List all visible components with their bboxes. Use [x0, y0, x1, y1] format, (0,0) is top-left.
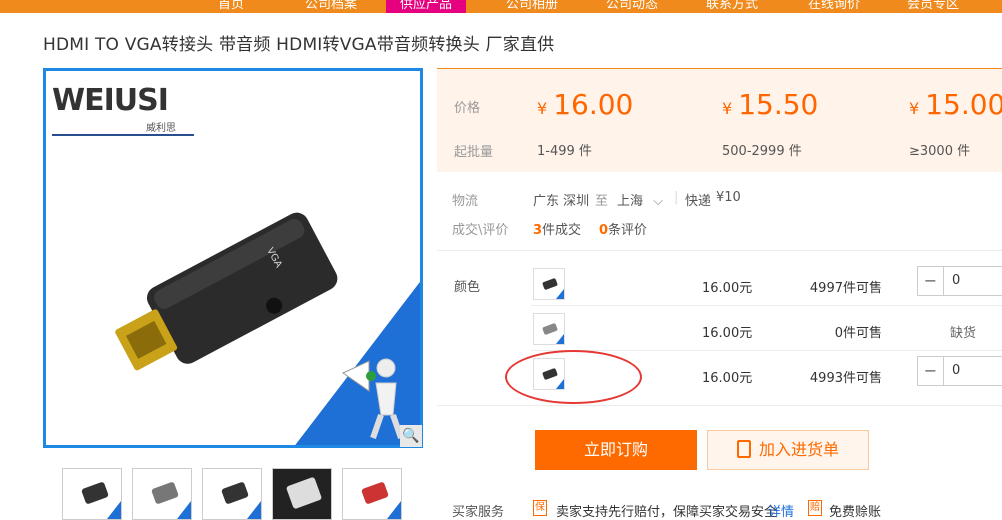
ship-to-select[interactable]: 上海 ⌵ — [617, 190, 663, 209]
min-order-label: 起批量 — [454, 145, 494, 160]
price-tier-1: ¥16.00 — [537, 88, 633, 121]
currency-symbol: ¥ — [537, 99, 548, 118]
ship-to-word: 至 — [595, 194, 609, 209]
nav-products[interactable]: 供应产品 — [386, 0, 467, 13]
shipping-method: 快递 — [685, 194, 712, 209]
currency-symbol: ¥ — [909, 99, 920, 118]
thumbnail-3[interactable] — [202, 468, 262, 520]
compensate-icon: 赔 — [808, 500, 822, 516]
product-title: HDMI TO VGA转接头 带音频 HDMI转VGA带音频转换头 厂家直供 — [43, 35, 555, 55]
divider-line — [437, 405, 1002, 406]
services-label: 买家服务 — [452, 505, 505, 520]
buy-now-button[interactable]: 立即订购 — [535, 430, 697, 470]
variant-price: 16.00元 — [702, 281, 753, 296]
review-count[interactable]: 0条评价 — [599, 219, 647, 238]
logistics-row: 物流 广东 深圳 至 上海 ⌵ | 快递 ¥10 — [452, 190, 741, 209]
price-tier-1-value: 16.00 — [553, 88, 634, 121]
logistics-label: 物流 — [452, 194, 479, 209]
qty-tier-3: ≥3000 件 — [909, 144, 971, 159]
nav-company-profile[interactable]: 公司档案 — [305, 0, 357, 12]
price-tier-2: ¥15.50 — [722, 88, 818, 121]
thumbnail-2[interactable] — [132, 468, 192, 520]
nav-album[interactable]: 公司相册 — [506, 0, 558, 12]
qty-tier-1: 1-499 件 — [537, 144, 592, 159]
thumbnail-5[interactable] — [342, 468, 402, 520]
sold-count-value: 3 — [533, 223, 543, 238]
variant-swatch-2[interactable] — [533, 313, 565, 345]
minus-button[interactable]: − — [918, 357, 944, 385]
price-label: 价格 — [454, 101, 481, 116]
guarantee-icon: 保 — [533, 500, 547, 516]
guarantee-text: 卖家支持先行赔付，保障买家交易安全 — [556, 505, 778, 520]
chevron-down-icon: ⌵ — [653, 194, 664, 209]
ship-to-city: 上海 — [617, 194, 644, 209]
price-tier-3: ¥15.00 — [909, 88, 1002, 121]
quantity-stepper: − 0 — [917, 356, 1002, 386]
variant-stock: 0件可售 — [834, 326, 882, 341]
clipboard-icon — [736, 440, 751, 458]
variant-stock: 4997件可售 — [809, 281, 882, 296]
quantity-input[interactable]: 0 — [952, 363, 960, 378]
sold-text: 件成交 — [542, 223, 582, 238]
quantity-input[interactable]: 0 — [952, 273, 960, 288]
add-to-cart-button[interactable]: 加入进货单 — [707, 430, 869, 470]
nav-members[interactable]: 会员专区 — [907, 0, 959, 12]
sold-count[interactable]: 3件成交 — [533, 219, 581, 238]
price-tier-2-value: 15.50 — [738, 88, 819, 121]
shipping-fee: ¥10 — [716, 190, 741, 205]
deals-label: 成交\评价 — [452, 223, 509, 238]
zoom-icon[interactable]: 🔍 — [400, 425, 422, 447]
nav-products-label: 供应产品 — [400, 0, 453, 12]
nav-home[interactable]: 首页 — [218, 0, 244, 12]
compensate-text: 免费赊账 — [829, 505, 882, 520]
red-highlight-circle — [505, 350, 642, 404]
variant-price: 16.00元 — [702, 371, 753, 386]
deals-row: 成交\评价 3件成交 0条评价 — [452, 219, 647, 238]
divider: | — [674, 190, 679, 205]
review-text: 条评价 — [608, 223, 648, 238]
out-of-stock-label: 缺货 — [950, 326, 977, 341]
divider-line — [437, 250, 1002, 251]
thumbnail-4[interactable] — [272, 468, 332, 520]
price-panel: 价格 起批量 ¥16.00 ¥15.50 ¥15.00 1-499 件 500-… — [437, 68, 1002, 172]
variant-price: 16.00元 — [702, 326, 753, 341]
ship-from: 广东 深圳 — [533, 194, 590, 209]
quantity-stepper: − 0 — [917, 266, 1002, 296]
nav-news[interactable]: 公司动态 — [606, 0, 658, 12]
currency-symbol: ¥ — [722, 99, 733, 118]
review-count-value: 0 — [599, 223, 609, 238]
qty-tier-2: 500-2999 件 — [722, 144, 802, 159]
thumbnail-1[interactable] — [62, 468, 122, 520]
main-product-image[interactable]: WEIUSI 威利思 VGA — [43, 68, 423, 448]
minus-button[interactable]: − — [918, 267, 944, 295]
details-link[interactable]: 详情 — [768, 501, 794, 520]
add-to-cart-label: 加入进货单 — [758, 440, 839, 459]
divider-line — [531, 350, 1002, 351]
price-tier-3-value: 15.00 — [925, 88, 1002, 121]
nav-contact[interactable]: 联系方式 — [706, 0, 758, 12]
divider-line — [531, 305, 1002, 306]
variant-swatch-1[interactable] — [533, 268, 565, 300]
top-nav-bar: 首页 公司档案 供应产品 公司相册 公司动态 联系方式 在线询价 会员专区 — [0, 0, 1002, 13]
nav-inquiry[interactable]: 在线询价 — [808, 0, 860, 12]
variant-stock: 4993件可售 — [809, 371, 882, 386]
